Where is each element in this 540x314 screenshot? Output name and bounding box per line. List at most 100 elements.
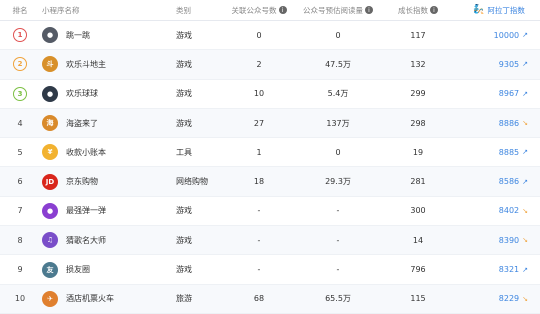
rank-number: 4 (17, 118, 23, 128)
app-icon: JD (42, 173, 58, 190)
reads-cell: - (336, 206, 340, 216)
header-growth-label: 成长指数 (398, 5, 428, 15)
category-cell: 旅游 (176, 294, 192, 304)
ranking-table: 排名 小程序名称 类别 关联公众号数 i 公众号预估阅读量 i 成长指数 i 🧞… (0, 0, 540, 314)
rank-cell: 6 (8, 167, 32, 195)
associated-cell: - (257, 206, 261, 216)
reads-cell: 5.4万 (327, 89, 349, 99)
associated-cell: 10 (253, 89, 265, 99)
app-name[interactable]: 猜歌名大师 (66, 235, 106, 246)
table-row[interactable]: 6 JD 京东购物 网络购物 18 29.3万 281 8586 ↗ (0, 167, 540, 197)
header-ali-index[interactable]: 🧞 阿拉丁指数 (458, 0, 540, 20)
reads-cell: 29.3万 (325, 177, 351, 187)
trend-arrow-icon: ↗ (522, 265, 528, 274)
app-icon: ✈ (42, 290, 58, 307)
header-reads: 公众号预估阅读量 i (298, 0, 378, 20)
header-ali-label: 阿拉丁指数 (487, 5, 525, 15)
app-icon: ● (42, 27, 58, 44)
reads-cell: 0 (335, 30, 341, 40)
app-icon: 友 (42, 261, 58, 278)
table-row[interactable]: 1 ● 跳一跳 游戏 0 0 117 10000 ↗ (0, 21, 540, 51)
info-icon[interactable]: i (278, 6, 287, 14)
medal-icon: 1 (13, 28, 27, 43)
app-icon: ♫ (42, 232, 58, 249)
name-cell[interactable]: ● 跳一跳 (42, 21, 170, 49)
rank-cell: 1 (8, 21, 32, 49)
name-cell[interactable]: ✈ 酒店机票火车 (42, 285, 170, 313)
trend-arrow-icon: ↘ (522, 206, 528, 215)
rank-cell: 5 (8, 138, 32, 166)
associated-cell: 27 (253, 118, 265, 128)
info-icon[interactable]: i (430, 6, 438, 14)
ali-index-cell: 8402 ↘ (458, 197, 540, 225)
growth-cell: 796 (410, 265, 426, 275)
reads-cell: - (336, 265, 340, 275)
rank-number: 8 (17, 235, 23, 245)
name-cell[interactable]: 斗 欢乐斗地主 (42, 50, 170, 78)
app-name[interactable]: 欢乐球球 (66, 88, 98, 99)
name-cell[interactable]: ♫ 猜歌名大师 (42, 226, 170, 254)
app-name[interactable]: 跳一跳 (66, 30, 90, 41)
growth-cell: 281 (410, 177, 426, 187)
table-row[interactable]: 10 ✈ 酒店机票火车 旅游 68 65.5万 115 8229 ↘ (0, 284, 540, 314)
category-cell: 游戏 (176, 235, 192, 245)
aladdin-logo-icon: 🧞 (473, 5, 485, 15)
header-rank: 排名 (12, 5, 28, 15)
table-row[interactable]: 7 ● 最强弹一弹 游戏 - - 300 8402 ↘ (0, 197, 540, 227)
rank-cell: 9 (8, 255, 32, 283)
reads-cell: - (336, 235, 340, 245)
rank-number: 10 (14, 294, 26, 304)
app-name[interactable]: 欢乐斗地主 (66, 59, 106, 70)
growth-cell: 298 (410, 118, 426, 128)
name-cell[interactable]: JD 京东购物 (42, 167, 170, 195)
table-row[interactable]: 9 友 损友圈 游戏 - - 796 8321 ↗ (0, 255, 540, 285)
trend-arrow-icon: ↘ (522, 236, 528, 245)
table-row[interactable]: 4 海 海盗来了 游戏 27 137万 298 8886 ↘ (0, 108, 540, 139)
table-header: 排名 小程序名称 类别 关联公众号数 i 公众号预估阅读量 i 成长指数 i 🧞… (0, 0, 540, 21)
table-row[interactable]: 3 ● 欢乐球球 游戏 10 5.4万 299 8967 ↗ (0, 80, 540, 109)
table-row[interactable]: 2 斗 欢乐斗地主 游戏 2 47.5万 132 9305 ↗ (0, 50, 540, 80)
rank-cell: 4 (8, 109, 32, 137)
growth-cell: 132 (410, 59, 426, 69)
reads-cell: 137万 (326, 118, 350, 128)
rank-number: 9 (17, 265, 23, 275)
name-cell[interactable]: ● 欢乐球球 (42, 80, 170, 108)
rank-number: 7 (17, 206, 23, 216)
ali-index-value: 8586 (498, 177, 520, 187)
app-name[interactable]: 损友圈 (66, 264, 90, 275)
ali-index-value: 8390 (498, 235, 520, 245)
table-row[interactable]: 8 ♫ 猜歌名大师 游戏 - - 14 8390 ↘ (0, 226, 540, 256)
rank-number: 6 (17, 177, 23, 187)
growth-cell: 299 (410, 89, 426, 99)
reads-cell: 47.5万 (325, 59, 351, 69)
app-name[interactable]: 酒店机票火车 (66, 293, 114, 304)
app-name[interactable]: 最强弹一弹 (66, 205, 106, 216)
rank-cell: 2 (8, 50, 32, 78)
app-name[interactable]: 海盗来了 (66, 118, 98, 129)
table-row[interactable]: 5 ¥ 收款小账本 工具 1 0 19 8885 ↗ (0, 138, 540, 168)
trend-arrow-icon: ↗ (522, 89, 528, 98)
category-cell: 游戏 (176, 118, 192, 128)
name-cell[interactable]: ¥ 收款小账本 (42, 138, 170, 166)
app-name[interactable]: 收款小账本 (66, 147, 106, 158)
name-cell[interactable]: ● 最强弹一弹 (42, 197, 170, 225)
ali-index-cell: 8229 ↘ (458, 285, 540, 313)
app-icon: ¥ (42, 144, 58, 161)
ali-index-value: 8402 (498, 206, 520, 216)
app-icon: 斗 (42, 56, 58, 73)
app-name[interactable]: 京东购物 (66, 176, 98, 187)
rank-cell: 7 (8, 197, 32, 225)
info-icon[interactable]: i (365, 6, 373, 14)
ali-index-value: 8967 (498, 89, 520, 99)
associated-cell: 1 (256, 147, 262, 157)
trend-arrow-icon: ↗ (522, 60, 528, 69)
header-category: 类别 (176, 5, 191, 15)
ali-index-cell: 9305 ↗ (458, 50, 540, 78)
rank-number: 5 (17, 147, 23, 157)
associated-cell: - (257, 235, 261, 245)
name-cell[interactable]: 海 海盗来了 (42, 109, 170, 137)
ali-index-value: 9305 (498, 59, 520, 69)
app-icon: 海 (42, 115, 58, 132)
app-icon: ● (42, 85, 58, 102)
name-cell[interactable]: 友 损友圈 (42, 255, 170, 283)
